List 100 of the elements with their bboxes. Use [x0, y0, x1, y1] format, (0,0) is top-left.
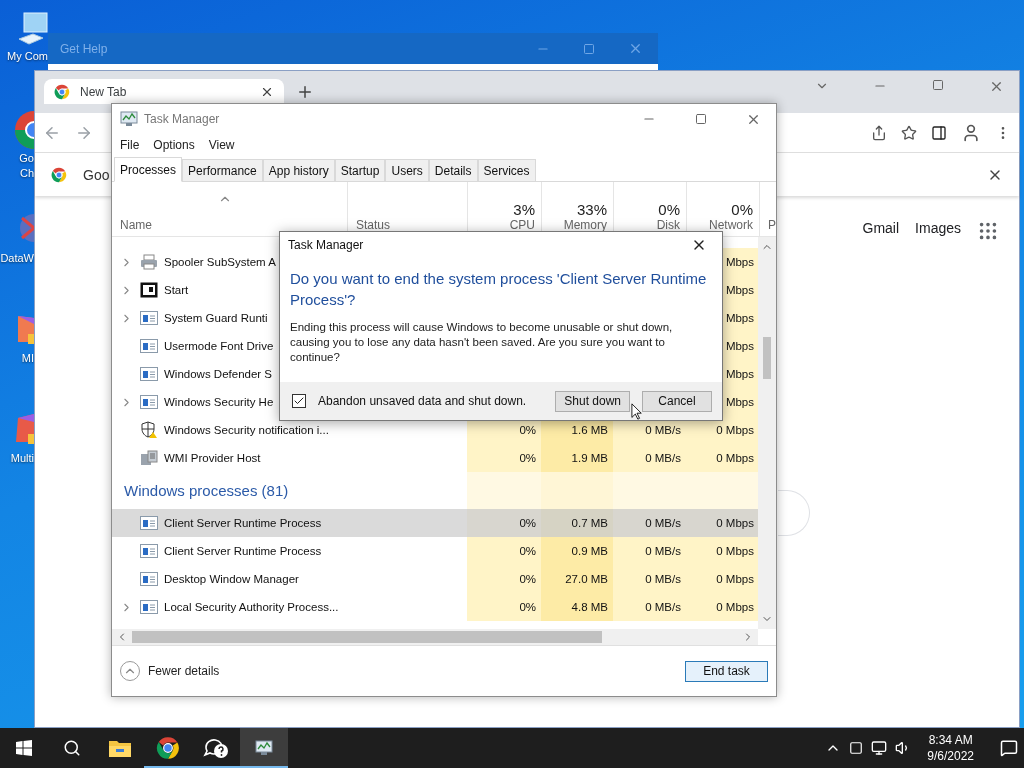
- profile-icon[interactable]: [961, 122, 981, 143]
- table-cell: [686, 472, 758, 509]
- vertical-scrollbar[interactable]: [758, 237, 776, 629]
- dialog-button[interactable]: Shut down: [555, 390, 630, 412]
- table-cell: 0%: [467, 509, 541, 537]
- taskbar-button[interactable]: [240, 728, 288, 768]
- column-usage: 33%: [576, 201, 607, 218]
- side-panel-icon[interactable]: [931, 124, 947, 141]
- folder-icon[interactable]: [108, 738, 132, 758]
- table-cell: 0%: [467, 444, 541, 472]
- table-cell: 0%: [467, 593, 541, 621]
- process-name: WMI Provider Host: [164, 452, 261, 464]
- search-icon[interactable]: [63, 739, 81, 757]
- task-manager-icon[interactable]: [255, 740, 273, 756]
- maximize-icon[interactable]: [695, 113, 707, 125]
- menu-item[interactable]: View: [208, 138, 235, 152]
- application-icon: [140, 572, 158, 586]
- dialog-button[interactable]: Cancel: [642, 390, 712, 412]
- tab[interactable]: Services: [477, 159, 536, 181]
- column-header[interactable]: Disk: [656, 218, 680, 232]
- tab[interactable]: App history: [262, 159, 335, 181]
- window-icon: [140, 282, 158, 298]
- process-row[interactable]: Desktop Window Manager 0% 27.0 MB 0 MB/s 0 Mbps: [112, 565, 758, 593]
- table-cell: 0 Mbps: [686, 509, 758, 537]
- table-cell: 0 Mbps: [686, 537, 758, 565]
- column-header[interactable]: Status: [356, 218, 391, 232]
- column-header[interactable]: Network: [709, 218, 753, 232]
- shield-icon: [140, 421, 158, 439]
- desktop-icon-label: Go: [19, 151, 34, 165]
- window-title: Task Manager: [144, 112, 221, 126]
- process-row[interactable]: Client Server Runtime Process 0% 0.7 MB 0 MB/s 0 Mbps: [112, 509, 758, 537]
- desktop-icon-label: DataW: [0, 251, 34, 265]
- table-cell: 0 MB/s: [613, 593, 686, 621]
- clock[interactable]: 8:34 AM 9/6/2022: [919, 732, 982, 764]
- column-header[interactable]: P: [768, 218, 776, 232]
- infobar-text: Goo: [83, 166, 110, 183]
- printer-icon: [140, 254, 158, 270]
- header-link[interactable]: Gmail: [862, 220, 900, 236]
- process-name: Desktop Window Manager: [164, 573, 299, 585]
- tab[interactable]: Users: [385, 159, 429, 181]
- network-icon[interactable]: [871, 740, 888, 756]
- chrome-icon: [51, 166, 67, 183]
- server-icon: [140, 450, 158, 466]
- table-cell: 0%: [467, 537, 541, 565]
- share-icon[interactable]: [871, 124, 887, 141]
- table-cell: 0 Mbps: [686, 593, 758, 621]
- column-header[interactable]: Name: [120, 218, 152, 232]
- checkbox[interactable]: [292, 394, 306, 408]
- table-cell: 0%: [467, 565, 541, 593]
- windows-logo-icon[interactable]: [16, 740, 32, 756]
- table-cell: 1.9 MB: [541, 444, 613, 472]
- menu-item[interactable]: File: [120, 138, 140, 152]
- scroll-thumb[interactable]: [763, 337, 771, 379]
- process-name: Local Security Authority Process...: [164, 601, 339, 613]
- tab[interactable]: Processes: [114, 157, 183, 182]
- application-icon: [140, 395, 158, 409]
- application-icon: [140, 339, 158, 353]
- task-manager-icon: [120, 111, 138, 127]
- menu-item[interactable]: Options: [153, 138, 195, 152]
- header-link[interactable]: Images: [915, 220, 961, 236]
- tray-app-icon[interactable]: [849, 741, 864, 755]
- dialog-message: Ending this process will cause Windows to become unusable or shut down, causing you to lose any data hasn't been saved. Are you sure you want to continue?: [289, 320, 674, 365]
- application-icon: [140, 367, 158, 381]
- dialog-title: Task Manager: [288, 238, 365, 252]
- process-name: Spooler SubSystem A: [164, 256, 276, 268]
- desktop-icon-label: Ch: [19, 166, 34, 180]
- process-row[interactable]: Local Security Authority Process... 0% 4.8 MB 0 MB/s 0 Mbps: [112, 593, 758, 621]
- star-icon[interactable]: [901, 124, 917, 141]
- tab[interactable]: Details: [428, 159, 478, 181]
- process-row[interactable]: WMI Provider Host 0% 1.9 MB 0 MB/s 0 Mbps: [112, 444, 758, 472]
- browser-tab[interactable]: New Tab: [44, 79, 284, 104]
- table-cell: 0 MB/s: [613, 537, 686, 565]
- tab[interactable]: Startup: [334, 159, 386, 181]
- column-usage: 0%: [731, 201, 753, 218]
- column-usage: 0%: [658, 201, 680, 218]
- table-cell: 0.9 MB: [541, 537, 613, 565]
- table-cell: 0.7 MB: [541, 509, 613, 537]
- tab[interactable]: Performance: [182, 159, 263, 181]
- process-name: Windows Defender S: [164, 368, 273, 380]
- apps-grid-icon[interactable]: [977, 220, 999, 242]
- process-name: Start: [164, 284, 189, 296]
- window-title: Get Help: [60, 41, 109, 56]
- help-chat-icon[interactable]: [203, 736, 229, 760]
- group-header: Windows processes (81): [123, 481, 290, 501]
- end-task-button[interactable]: End task: [685, 660, 768, 682]
- table-cell: 0 MB/s: [613, 509, 686, 537]
- notifications-icon[interactable]: [1000, 739, 1018, 757]
- checkbox-label: Abandon unsaved data and shut down.: [318, 394, 527, 408]
- process-name: Windows Security He: [164, 396, 274, 408]
- table-cell: 0 Mbps: [686, 444, 758, 472]
- column-header[interactable]: CPU: [509, 218, 535, 232]
- chrome-icon: [54, 83, 70, 100]
- chrome-icon[interactable]: [156, 736, 180, 760]
- maximize-icon[interactable]: [932, 79, 944, 91]
- process-row[interactable]: Client Server Runtime Process 0% 0.9 MB 0 MB/s 0 Mbps: [112, 537, 758, 565]
- column-header[interactable]: Memory: [563, 218, 607, 232]
- fewer-details-link[interactable]: Fewer details: [148, 664, 220, 678]
- table-cell: 0 Mbps: [686, 565, 758, 593]
- table-cell: 0 MB/s: [613, 444, 686, 472]
- new-tab-icon[interactable]: [296, 83, 314, 101]
